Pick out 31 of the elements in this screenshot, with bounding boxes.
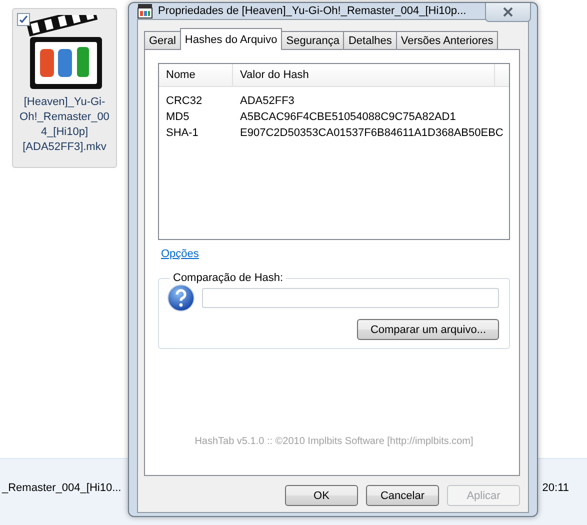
dialog-button[interactable]: OK [285,485,358,506]
options-link[interactable]: Opções [161,248,199,260]
column-header[interactable]: Nome [159,64,233,86]
table-cell-text: CRC32 [165,95,204,107]
file-name: [Heaven]_Yu-Gi- Oh!_Remaster_00 4_[Hi10p] [ADA52FF3].mkv [20,95,110,155]
clapperboard-icon [137,3,153,19]
checkbox[interactable] [17,13,30,26]
column-header[interactable]: Valor do Hash [233,64,495,86]
file-tile[interactable]: [Heaven]_Yu-Gi- Oh!_Remaster_00 4_[Hi10p] [ADA52FF3].mkv [12,8,117,168]
table-cell-text: ADA52FF3 [239,95,294,107]
table-cell-text: SHA-1 [165,127,200,139]
close-icon [502,7,514,17]
table-cell-text: MD5 [165,111,190,123]
table-cell-text: A5BCAC96F4CBE51054088C9C75A82AD1 [239,111,456,123]
tab[interactable]: Hashes do Arquivo [180,28,282,50]
close-button[interactable] [485,3,531,22]
help-icon [167,284,195,312]
clapperboard-icon [26,15,104,91]
tab[interactable]: Segurança [281,31,344,50]
table-cell-text: E907C2D50353CA01537F6B84611A1D368AB50EBC [239,127,504,139]
time-text: 20:11 [542,482,569,494]
footer-text: HashTab v5.1.0 :: ©2010 Implbits Software [http://implbits.com] [194,436,474,447]
tab[interactable]: Geral [144,31,181,50]
group-title: Comparação de Hash: [172,272,284,284]
file-name: _Remaster_004_[Hi10... [2,482,122,494]
window-title: Propriedades de [Heaven]_Yu-Gi-Oh!_Remaster_004_[Hi10p... [158,5,466,17]
hash-input[interactable] [202,288,499,308]
tab[interactable]: Versões Anteriores [396,31,498,50]
compare-file-button[interactable]: Comparar um arquivo... [357,319,499,340]
tab[interactable]: Detalhes [343,31,397,50]
dialog-button[interactable]: Cancelar [366,485,439,506]
